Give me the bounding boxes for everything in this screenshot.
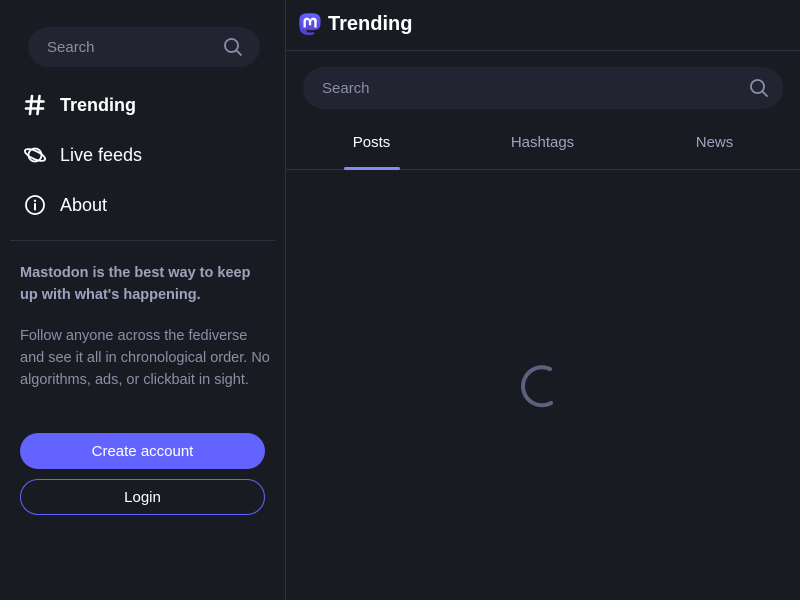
tab-label: Posts	[352, 134, 391, 151]
main-search-input[interactable]	[303, 67, 783, 109]
loading-spinner-icon	[521, 365, 553, 408]
hashtag-icon	[22, 92, 48, 118]
sidebar-item-label: Trending	[60, 94, 136, 115]
sidebar-item-trending[interactable]: Trending	[22, 90, 136, 120]
login-button[interactable]: Login	[20, 479, 265, 515]
create-account-button[interactable]: Create account	[20, 433, 265, 469]
search-icon[interactable]	[749, 78, 769, 98]
tab-hashtags[interactable]: Hashtags	[457, 122, 628, 169]
page-title: Trending	[328, 13, 413, 35]
trending-tabs: Posts Hashtags News	[286, 122, 800, 170]
pitch-title: Mastodon is the best way to keep up with…	[20, 265, 251, 303]
tab-label: Hashtags	[510, 134, 575, 151]
tab-label: News	[695, 134, 734, 151]
sidebar-divider	[10, 240, 275, 241]
tab-posts[interactable]: Posts	[286, 122, 457, 170]
mastodon-logo-icon	[299, 13, 321, 36]
sidebar-item-live-feeds[interactable]: Live feeds	[22, 140, 142, 170]
active-tab-indicator	[344, 167, 400, 170]
tab-news[interactable]: News	[629, 122, 800, 169]
sidebar-item-about[interactable]: About	[22, 190, 107, 220]
main-search	[303, 67, 783, 109]
search-icon[interactable]	[223, 37, 243, 57]
sidebar-item-label: Live feeds	[60, 144, 143, 165]
planet-icon	[22, 142, 48, 168]
app-root: Trending Live feeds About Masto	[0, 0, 800, 600]
sidebar-item-label: About	[60, 194, 108, 215]
info-icon	[22, 192, 48, 218]
sidebar-search	[28, 27, 260, 67]
column-header: Trending	[286, 0, 800, 51]
pitch-body: Follow anyone across the fediverse and s…	[20, 328, 270, 388]
main-column: Trending Posts Hashtags News	[286, 0, 800, 600]
sidebar: Trending Live feeds About Masto	[0, 0, 285, 600]
